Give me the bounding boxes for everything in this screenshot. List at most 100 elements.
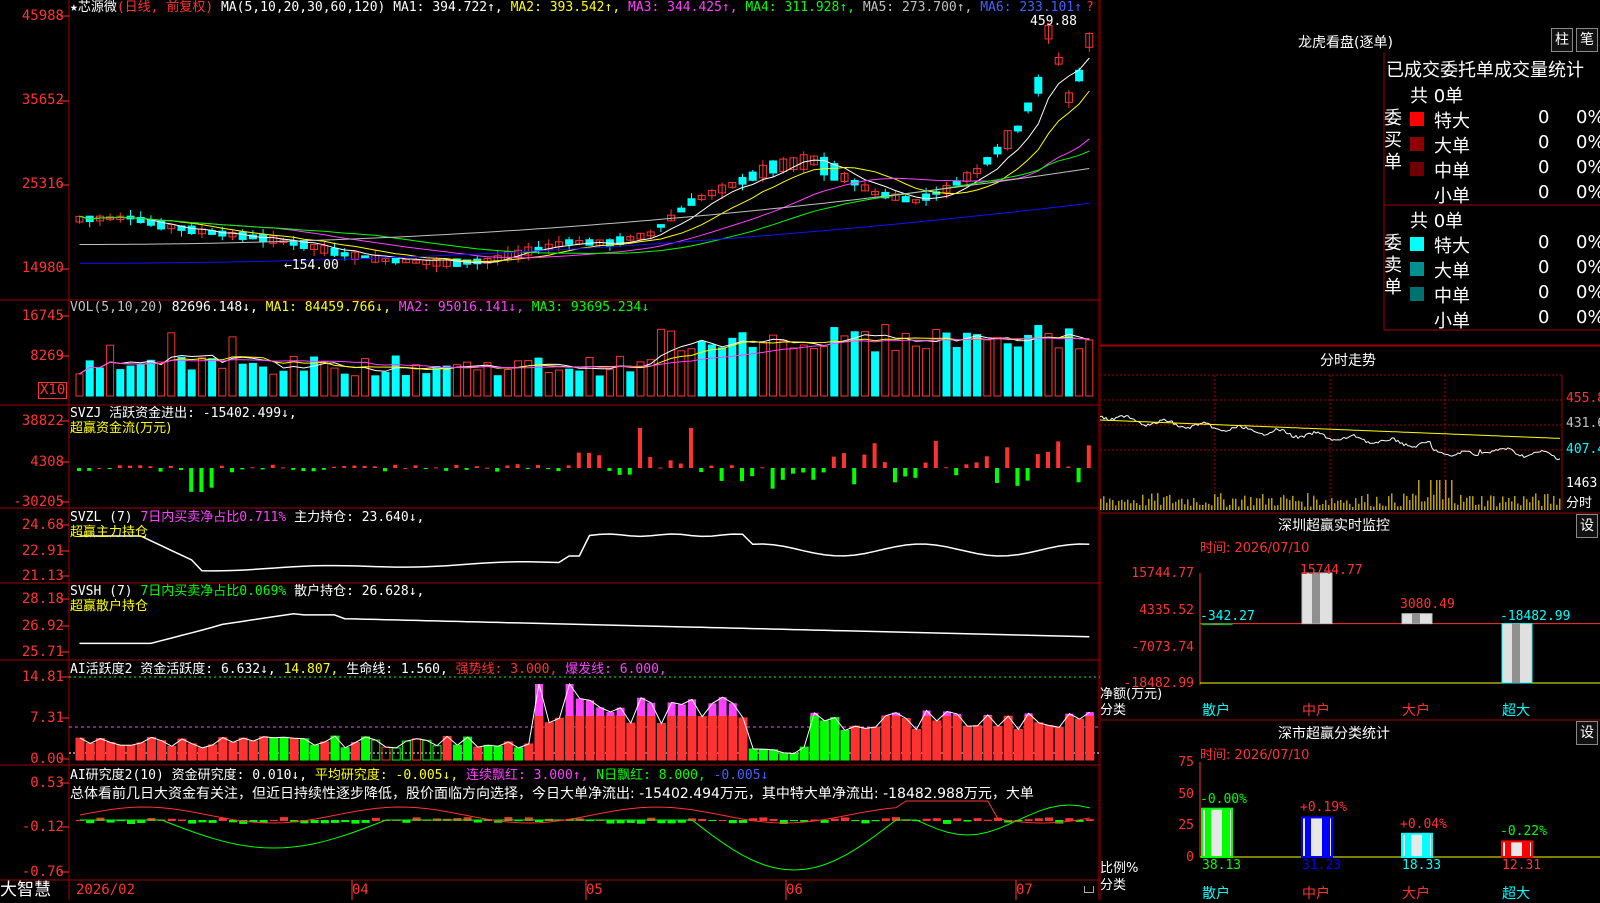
fundflow-bar: [852, 468, 856, 484]
ma3-value: MA3: 344.425↑,: [628, 0, 738, 15]
intraday-volume-bar: [1157, 493, 1159, 510]
tick-view-button[interactable]: 笔: [1576, 28, 1598, 52]
help-icon[interactable]: ?: [1086, 0, 1094, 15]
intraday-volume-bar: [1550, 504, 1552, 510]
intraday-volume-bar: [1517, 503, 1519, 510]
svsh-ratio: 7日内买卖净占比0.069%: [140, 584, 286, 599]
candle-body: [688, 199, 695, 206]
volume-bar: [1025, 335, 1032, 396]
ai2-legend: AI研究度2(10) 资金研究度: 0.010↓, 平均研究度: -0.005↓…: [70, 768, 768, 784]
fundflow-bar: [546, 468, 550, 469]
volume-bar: [1086, 340, 1093, 396]
lock-icon[interactable]: [1084, 886, 1094, 893]
intraday-ylabel-0: 455.8: [1566, 391, 1600, 406]
candle-body: [749, 172, 756, 180]
research-bar: [668, 820, 676, 823]
buy-total: 共 0单: [1410, 82, 1463, 108]
class-bar-edge-2: [1422, 834, 1430, 857]
monitor-title: 深圳超赢实时监控: [1278, 515, 1390, 535]
activity-bar: [708, 716, 716, 760]
volume-bar: [433, 367, 440, 396]
fundflow-bar: [301, 468, 305, 471]
lhb-title: 龙虎看盘(逐单): [1298, 32, 1393, 52]
intraday-volume-bar: [1478, 504, 1480, 510]
intraday-volume-bar: [1202, 505, 1204, 510]
ma1-value: MA1: 394.722↑,: [393, 0, 503, 15]
activity-bar: [729, 716, 737, 760]
activity-bar: [902, 719, 910, 760]
volume-bar: [188, 370, 195, 396]
activity-top-bar: [576, 699, 584, 716]
fundflow-bar: [189, 468, 193, 492]
intraday-volume-bar: [1283, 495, 1285, 510]
volume-bar: [474, 370, 481, 396]
volume-bar: [566, 369, 573, 396]
volume-bar: [678, 351, 685, 396]
activity-bar: [1065, 716, 1073, 760]
buy-label-3: 小单: [1434, 182, 1470, 208]
class-settings-button[interactable]: 设: [1576, 721, 1598, 745]
buy-pct-3: 0%: [1576, 182, 1600, 203]
research-bar: [127, 820, 135, 824]
volume-bar: [249, 363, 256, 396]
monitor-value-2: 3080.49: [1400, 597, 1455, 612]
kline-chart-area[interactable]: ★芯源微(日线, 前复权) MA(5,10,20,30,60,120) MA1:…: [0, 0, 1100, 900]
buy-value-0: 0: [1538, 107, 1549, 128]
monitor-cat-1: 中户: [1302, 700, 1330, 720]
fundflow-bar: [781, 468, 785, 480]
sell-pct-1: 0%: [1576, 257, 1600, 278]
activity-bar: [290, 738, 298, 760]
intraday-volume-bar: [1391, 493, 1393, 510]
activity-bar: [423, 740, 431, 760]
low-price-label: ←154.00: [284, 258, 339, 274]
fundflow-bar: [720, 468, 724, 481]
intraday-volume-bar: [1187, 499, 1189, 510]
intraday-volume-bar: [1451, 480, 1453, 510]
stock-name[interactable]: 芯源微: [78, 0, 117, 15]
intraday-volume-bar: [1295, 501, 1297, 510]
svsh-hold: 散户持仓: 26.628↓,: [294, 584, 424, 599]
sell-value-3: 0: [1538, 307, 1549, 328]
fundflow-bar: [118, 465, 122, 468]
volume-bar: [749, 347, 756, 396]
intraday-volume-bar: [1544, 494, 1546, 510]
period-label[interactable]: (日线, 前复权): [117, 0, 213, 15]
activity-bar: [678, 716, 686, 760]
retail-holding-line: [80, 614, 1090, 644]
fundflow-bar: [669, 460, 673, 468]
fundflow-bar: [108, 468, 112, 469]
activity-bar: [596, 716, 604, 760]
bar-view-button[interactable]: 柱: [1551, 28, 1573, 52]
brand-logo[interactable]: 大智慧: [0, 881, 62, 900]
class-bar-accent-1: [1305, 817, 1311, 857]
monitor-settings-button[interactable]: 设: [1576, 514, 1598, 538]
activity-bar: [1035, 723, 1043, 760]
activity-bar: [821, 721, 829, 760]
buy-value-1: 0: [1538, 132, 1549, 153]
activity-top-bar: [688, 699, 696, 716]
activity-bar: [178, 739, 186, 760]
buy-label-0: 特大: [1434, 107, 1470, 133]
intraday-volume-bar: [1220, 493, 1222, 510]
fundflow-bar: [159, 468, 163, 472]
ai1-ylabel-0: 14.81: [0, 669, 64, 685]
chart-canvas[interactable]: [0, 0, 1100, 900]
intraday-volume-bar: [1445, 480, 1447, 510]
intraday-volume-bar: [1277, 505, 1279, 510]
candle-body: [566, 240, 573, 245]
intraday-volume-bar: [1313, 496, 1315, 510]
intraday-volume-bar: [1184, 504, 1186, 510]
volume-bar: [984, 340, 991, 396]
xlabel-0: 2026/02: [76, 882, 135, 898]
activity-bar: [790, 754, 798, 760]
activity-bar: [566, 716, 574, 760]
favorite-star-icon[interactable]: ★: [70, 0, 78, 15]
monitor-value-1: 15744.77: [1300, 563, 1363, 578]
fundflow-bar: [332, 467, 336, 468]
volume-bar: [362, 359, 369, 396]
fundflow-bar: [97, 468, 101, 469]
activity-bar: [617, 716, 625, 760]
activity-bar: [892, 716, 900, 760]
sell-value-0: 0: [1538, 232, 1549, 253]
intraday-volume-bar: [1367, 494, 1369, 510]
